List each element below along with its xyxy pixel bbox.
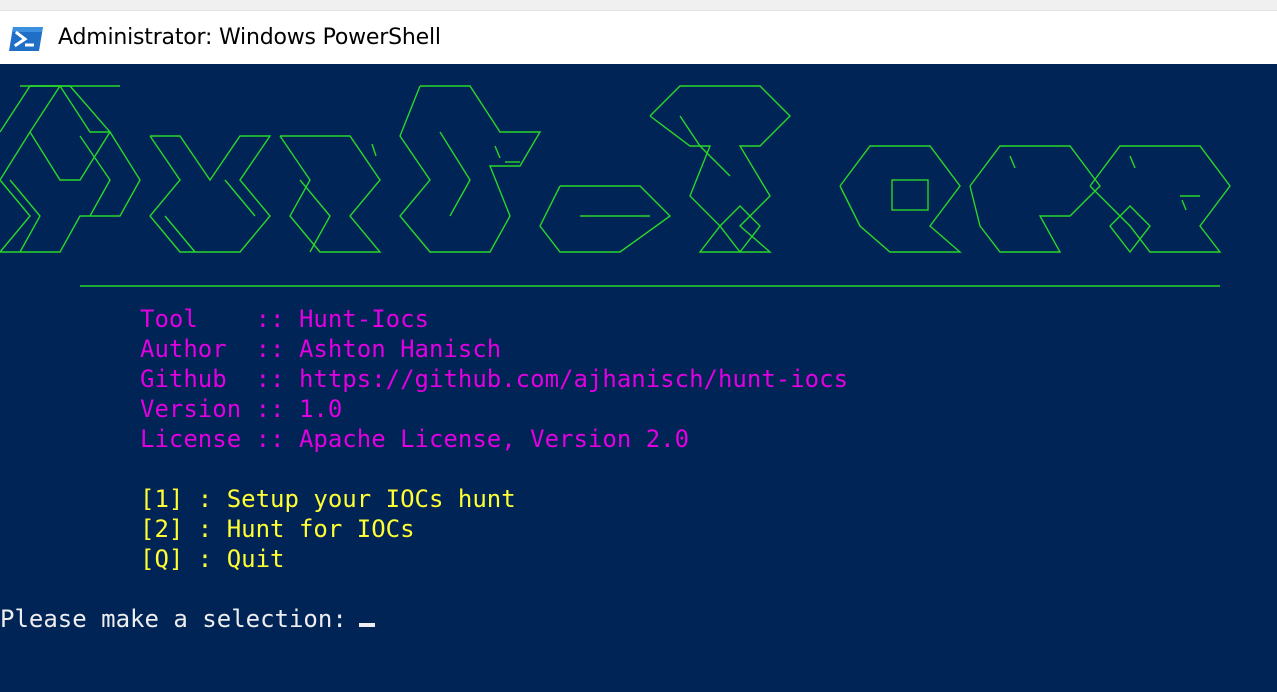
info-line-license: License :: Apache License, Version 2.0	[140, 425, 690, 453]
text-cursor	[358, 623, 375, 627]
selection-prompt[interactable]: Please make a selection:	[0, 604, 375, 634]
menu-item-quit: [Q] : Quit	[140, 545, 285, 573]
info-line-version: Version :: 1.0	[140, 395, 343, 423]
window-top-border	[0, 0, 1277, 11]
hunt-iocs-ascii-art-banner	[0, 85, 1231, 287]
info-line-github: Github :: https://github.com/ajhanisch/h…	[140, 365, 849, 393]
powershell-icon	[9, 27, 43, 51]
menu-item-setup: [1] : Setup your IOCs hunt	[140, 485, 516, 513]
powershell-window: Administrator: Windows PowerShell Tool:…	[0, 0, 1277, 692]
title-bar[interactable]: Administrator: Windows PowerShell	[0, 11, 1277, 64]
menu-block: [1] : Setup your IOCs hunt [2] : Hunt for…	[140, 484, 516, 574]
prompt-text: Please make a selection:	[0, 605, 347, 633]
tool-info-block: Tool :: Hunt-Iocs Author :: Ashton Hanisc…	[140, 304, 848, 454]
info-line-author: Author :: Ashton Hanisch	[140, 335, 502, 363]
menu-item-hunt: [2] : Hunt for IOCs	[140, 515, 415, 543]
console-area[interactable]: Tool :: Hunt-Iocs Author :: Ashton Hanisc…	[0, 64, 1277, 692]
info-line-tool: Tool :: Hunt-Iocs	[140, 305, 429, 333]
window-title: Administrator: Windows PowerShell	[58, 25, 441, 50]
